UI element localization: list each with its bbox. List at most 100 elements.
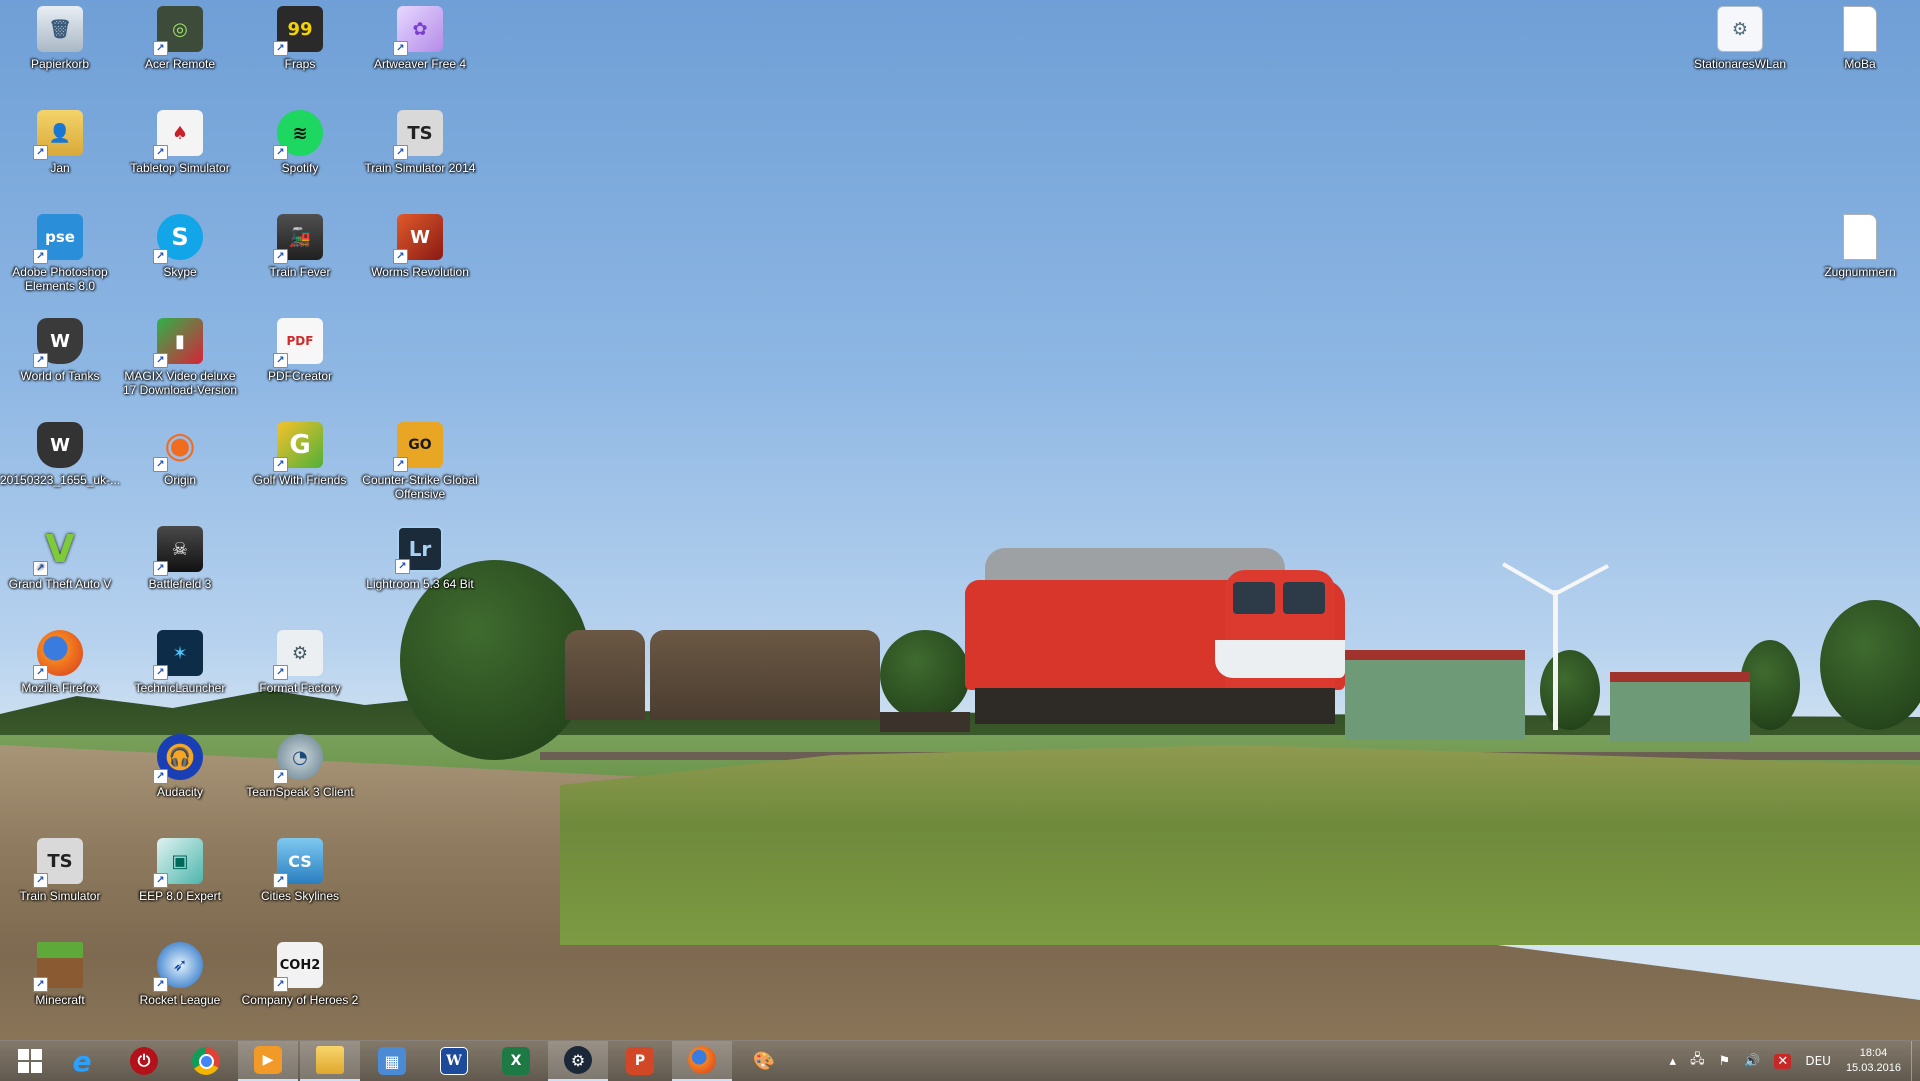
desktop-icon-minecraft[interactable]: ↗ Minecraft — [0, 936, 120, 1040]
wallpaper-farm-building — [1345, 650, 1525, 740]
desktop-icon-acer-remote[interactable]: ◎ ↗ Acer Remote — [120, 0, 240, 104]
fraps-icon: 99 ↗ — [273, 6, 323, 56]
shortcut-arrow-icon: ↗ — [153, 561, 168, 576]
desktop-icon-train-fever[interactable]: 🚂 ↗ Train Fever — [240, 208, 360, 312]
start-button[interactable] — [0, 1041, 60, 1081]
origin-icon: ◉ ↗ — [153, 422, 203, 472]
desktop-icon-photoshop-elements[interactable]: pse ↗ Adobe Photoshop Elements 8.0 — [0, 208, 120, 312]
shortcut-arrow-icon: ↗ — [33, 353, 48, 368]
desktop-icon-technic-launcher[interactable]: ✶ ↗ TechnicLauncher — [120, 624, 240, 728]
taskbar-excel[interactable]: X — [486, 1041, 546, 1081]
taskbar-control-panel[interactable]: ▦ — [362, 1041, 422, 1081]
shortcut-arrow-icon: ↗ — [273, 41, 288, 56]
world-of-tanks-replay-icon: W — [37, 422, 83, 468]
antivirus-icon[interactable]: ✕ — [1774, 1053, 1792, 1069]
desktop-icon-recycle-bin[interactable]: 🗑 Papierkorb — [0, 0, 120, 104]
media-player-icon: ▶ — [254, 1046, 282, 1074]
minecraft-icon: ↗ — [33, 942, 83, 992]
firefox-icon — [688, 1046, 716, 1074]
desktop-icon-worms-revolution[interactable]: W ↗ Worms Revolution — [360, 208, 480, 312]
input-language-indicator[interactable]: DEU — [1805, 1054, 1831, 1068]
desktop-icon-rocket-league[interactable]: ➶ ↗ Rocket League — [120, 936, 240, 1040]
shortcut-arrow-icon: ↗ — [33, 249, 48, 264]
desktop-icon-cities-skylines[interactable]: CS ↗ Cities Skylines — [240, 832, 360, 936]
wallpaper-tree — [1820, 600, 1920, 730]
steam-icon: ⚙ — [564, 1046, 592, 1074]
desktop-icon-company-of-heroes[interactable]: COH2 ↗ Company of Heroes 2 — [240, 936, 360, 1040]
wallpaper-tree — [1540, 650, 1600, 730]
shortcut-arrow-icon: ↗ — [33, 977, 48, 992]
magix-icon: ▮ ↗ — [153, 318, 203, 368]
taskbar-powerpoint[interactable]: P — [610, 1041, 670, 1081]
desktop-icon-csgo[interactable]: GO ↗ Counter-Strike Global Offensive — [360, 416, 480, 520]
desktop-icon-stationaer-wlan[interactable]: ⚙ StationaresWLan — [1680, 0, 1800, 104]
skype-icon: S ↗ — [153, 214, 203, 264]
desktop-icon-magix-video[interactable]: ▮ ↗ MAGIX Video deluxe 17 Download-Versio… — [120, 312, 240, 416]
network-settings-icon: ⚙ — [1717, 6, 1763, 52]
desktop-icon-gta-v[interactable]: V ↗ Grand Theft Auto V — [0, 520, 120, 624]
clock[interactable]: 18:04 15.03.2016 — [1846, 1046, 1901, 1076]
desktop-icon-audacity[interactable]: 🎧 ↗ Audacity — [120, 728, 240, 832]
desktop-icon-fraps[interactable]: 99 ↗ Fraps — [240, 0, 360, 104]
desktop-icon-artweaver[interactable]: ✿ ↗ Artweaver Free 4 — [360, 0, 480, 104]
artweaver-icon: ✿ ↗ — [393, 6, 443, 56]
desktop-icon-golf-with-friends[interactable]: G ↗ Golf With Friends — [240, 416, 360, 520]
taskbar-file-explorer[interactable] — [300, 1041, 360, 1081]
shortcut-arrow-icon: ↗ — [153, 977, 168, 992]
format-factory-icon: ⚙ ↗ — [273, 630, 323, 680]
taskbar-media-player[interactable]: ▶ — [238, 1041, 298, 1081]
spotify-icon: ≋ ↗ — [273, 110, 323, 160]
desktop-icon-pdfcreator[interactable]: PDF ↗ PDFCreator — [240, 312, 360, 416]
desktop-icon-train-simulator-2014[interactable]: TS ↗ Train Simulator 2014 — [360, 104, 480, 208]
shortcut-arrow-icon: ↗ — [153, 769, 168, 784]
taskbar-internet-explorer[interactable]: e — [52, 1041, 112, 1081]
show-hidden-icons-chevron-icon[interactable]: ▴ — [1670, 1054, 1677, 1069]
wallpaper-freight-wagon — [565, 630, 645, 720]
desktop-icon-world-of-tanks[interactable]: W ↗ World of Tanks — [0, 312, 120, 416]
audacity-icon: 🎧 ↗ — [153, 734, 203, 784]
taskbar-chrome[interactable] — [176, 1041, 236, 1081]
desktop-icon-eep[interactable]: ▣ ↗ EEP 8.0 Expert — [120, 832, 240, 936]
taskbar-firefox[interactable] — [672, 1041, 732, 1081]
shortcut-arrow-icon: ↗ — [273, 977, 288, 992]
desktop-icon-tabletop-simulator[interactable]: ♠ ↗ Tabletop Simulator — [120, 104, 240, 208]
taskbar-shutdown[interactable]: ⏻ — [114, 1041, 174, 1081]
user-folder-icon: 👤 ↗ — [33, 110, 83, 160]
shortcut-arrow-icon: ↗ — [153, 353, 168, 368]
desktop-icon-wot-replay-file[interactable]: W 20150323_1655_uk-... — [0, 416, 120, 520]
windows-start-icon — [18, 1049, 42, 1073]
power-icon: ⏻ — [130, 1047, 158, 1075]
paint-icon: 🎨 — [752, 1050, 776, 1072]
shortcut-arrow-icon: ↗ — [153, 457, 168, 472]
network-icon[interactable]: 🖧 — [1690, 1050, 1705, 1072]
shortcut-arrow-icon: ↗ — [153, 145, 168, 160]
desktop-icon-skype[interactable]: S ↗ Skype — [120, 208, 240, 312]
show-desktop-button[interactable] — [1911, 1041, 1920, 1081]
action-center-flag-icon[interactable]: ⚑ — [1719, 1054, 1731, 1069]
folder-icon — [316, 1046, 344, 1074]
shortcut-arrow-icon: ↗ — [33, 145, 48, 160]
desktop-icon-jan[interactable]: 👤 ↗ Jan — [0, 104, 120, 208]
desktop-icon-lightroom[interactable]: Lr ↗ Lightroom 5.3 64 Bit — [360, 520, 480, 624]
firefox-icon: ↗ — [33, 630, 83, 680]
taskbar-steam[interactable]: ⚙ — [548, 1041, 608, 1081]
desktop-icon-format-factory[interactable]: ⚙ ↗ Format Factory — [240, 624, 360, 728]
desktop-icon-origin[interactable]: ◉ ↗ Origin — [120, 416, 240, 520]
clock-date: 15.03.2016 — [1845, 1062, 1901, 1074]
shortcut-arrow-icon: ↗ — [393, 457, 408, 472]
taskbar-word[interactable]: W — [424, 1041, 484, 1081]
excel-icon: X — [502, 1047, 530, 1075]
desktop-icon-train-simulator[interactable]: TS ↗ Train Simulator — [0, 832, 120, 936]
taskbar-paint[interactable]: 🎨 — [734, 1041, 794, 1081]
desktop-icon-battlefield[interactable]: ☠ ↗ Battlefield 3 — [120, 520, 240, 624]
wallpaper-freight-wagon — [650, 630, 880, 720]
gta-v-icon: V ↗ — [33, 526, 83, 576]
volume-icon[interactable]: 🔊 — [1744, 1054, 1760, 1069]
desktop-icon-zugnummern[interactable]: Zugnummern — [1800, 208, 1920, 312]
train-fever-icon: 🚂 ↗ — [273, 214, 323, 264]
desktop-icon-spotify[interactable]: ≋ ↗ Spotify — [240, 104, 360, 208]
photoshop-elements-icon: pse ↗ — [33, 214, 83, 264]
desktop-icon-firefox[interactable]: ↗ Mozilla Firefox — [0, 624, 120, 728]
desktop-icon-teamspeak[interactable]: ◔ ↗ TeamSpeak 3 Client — [240, 728, 360, 832]
desktop-icon-moba[interactable]: MoBa — [1800, 0, 1920, 104]
